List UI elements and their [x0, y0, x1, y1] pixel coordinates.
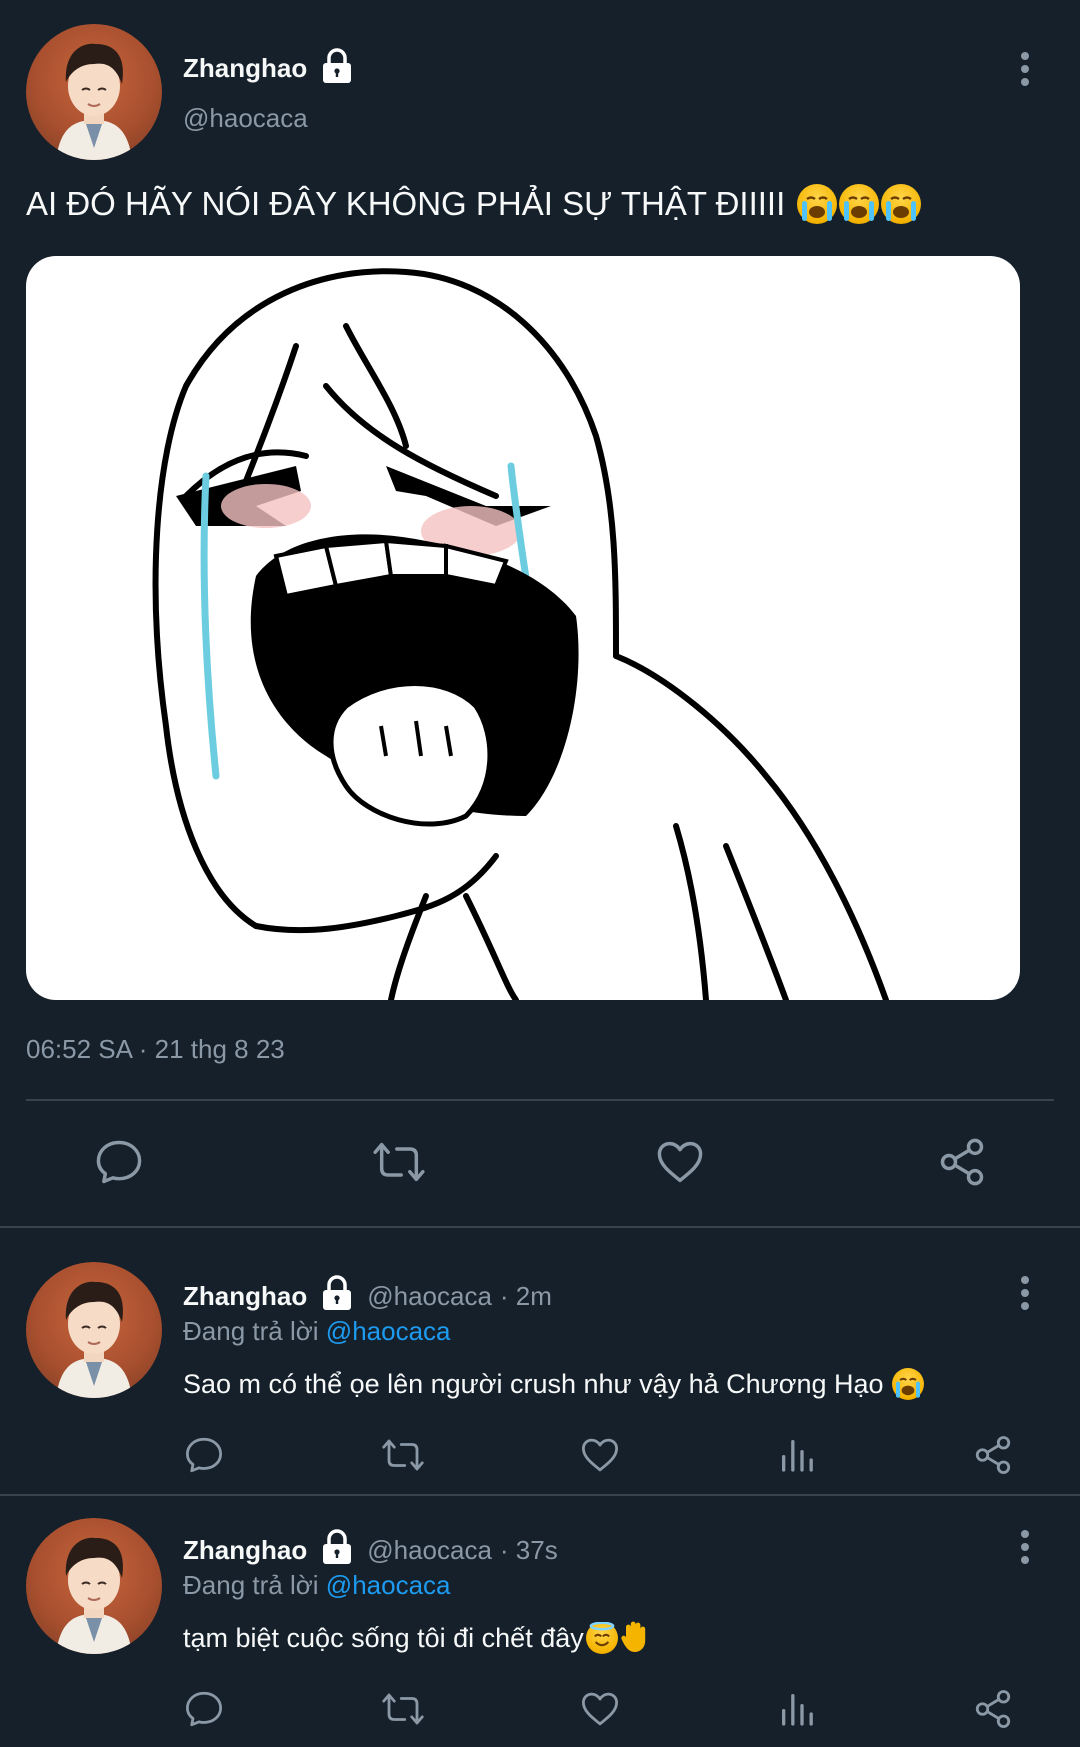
share-icon[interactable] [970, 1686, 1016, 1732]
share-icon[interactable] [970, 1432, 1016, 1478]
handle[interactable]: @haocaca [367, 1281, 492, 1312]
reply-icon[interactable] [84, 1130, 154, 1194]
reply-icon[interactable] [181, 1686, 227, 1732]
lock-icon [317, 46, 357, 91]
display-name[interactable]: Zhanghao [183, 1281, 307, 1312]
display-name[interactable]: Zhanghao [183, 53, 307, 84]
reply-text: tạm biệt cuộc sống tôi đi chết đây [183, 1622, 584, 1653]
loudly-crying-face-icon [891, 1368, 924, 1400]
replying-to-label: Đang trả lời [183, 1316, 319, 1346]
handle[interactable]: @haocaca [183, 103, 308, 134]
replying-to-link[interactable]: @haocaca [326, 1316, 451, 1346]
reply-time: · 37s [499, 1534, 558, 1565]
reply-time: · 2m [499, 1280, 552, 1311]
analytics-icon[interactable] [774, 1686, 820, 1732]
share-icon[interactable] [927, 1130, 997, 1194]
like-icon[interactable] [577, 1432, 623, 1478]
avatar[interactable] [26, 24, 162, 160]
reply-icon[interactable] [181, 1432, 227, 1478]
like-icon[interactable] [577, 1686, 623, 1732]
avatar[interactable] [26, 1262, 162, 1398]
reply-text: Sao m có thể ọe lên người crush như vậy … [183, 1368, 884, 1399]
handle[interactable]: @haocaca [367, 1535, 492, 1566]
replying-to-link[interactable]: @haocaca [326, 1570, 451, 1600]
divider [26, 1099, 1054, 1101]
raised-hand-icon [620, 1619, 650, 1658]
divider [0, 1494, 1080, 1496]
lock-icon [317, 1527, 357, 1574]
crying-rage-face-meme-icon [152, 268, 889, 1000]
more-options-icon[interactable] [1010, 46, 1040, 92]
tweet-media-image[interactable] [26, 256, 1020, 1000]
avatar[interactable] [26, 1518, 162, 1654]
retweet-icon[interactable] [364, 1130, 434, 1194]
loudly-crying-face-icon [881, 184, 922, 224]
retweet-icon[interactable] [378, 1686, 428, 1732]
lock-icon [317, 1273, 357, 1320]
divider [0, 1226, 1080, 1228]
like-icon[interactable] [645, 1130, 715, 1194]
loudly-crying-face-icon [839, 184, 880, 224]
more-options-icon[interactable] [1010, 1272, 1040, 1314]
tweet-text: AI ĐÓ HÃY NÓI ĐÂY KHÔNG PHẢI SỰ THẬT ĐII… [26, 185, 786, 222]
display-name[interactable]: Zhanghao [183, 1535, 307, 1566]
tweet-timestamp: 06:52 SA · 21 thg 8 23 [26, 1034, 285, 1064]
replying-to-label: Đang trả lời [183, 1570, 319, 1600]
smiling-face-with-halo-icon [585, 1621, 618, 1654]
loudly-crying-face-icon [797, 184, 838, 224]
analytics-icon[interactable] [774, 1432, 820, 1478]
more-options-icon[interactable] [1010, 1526, 1040, 1568]
retweet-icon[interactable] [378, 1432, 428, 1478]
